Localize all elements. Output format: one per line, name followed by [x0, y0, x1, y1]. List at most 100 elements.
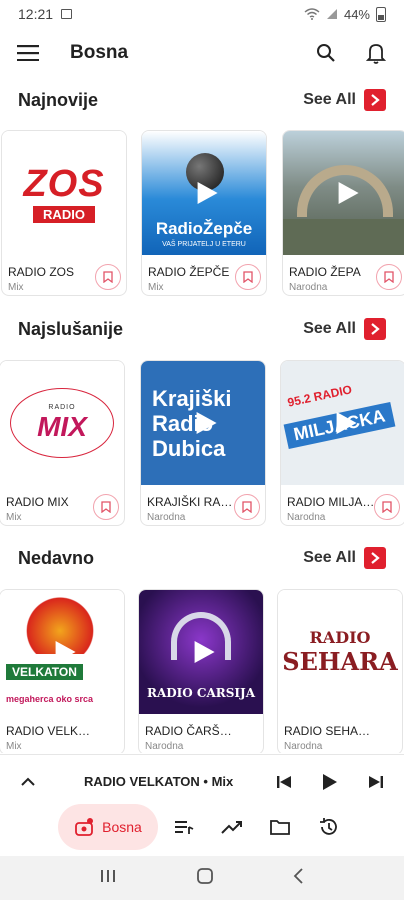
station-card[interactable]: VELKATON megaherca oko srca RADIO VELKAT…: [0, 589, 125, 753]
logo-subtext: megaherca oko srca: [6, 694, 94, 704]
section-header-najnovije: Najnovije See All: [0, 85, 404, 115]
menu-icon[interactable]: [16, 41, 40, 65]
play-icon[interactable]: [52, 639, 78, 665]
station-genre: Narodna: [289, 282, 328, 293]
logo-subtext: 95.2 RADIO: [286, 382, 354, 410]
skip-next-icon[interactable]: [364, 770, 388, 794]
station-name: RADIO ZOS: [8, 265, 75, 279]
section-title: Najslušanije: [18, 318, 124, 339]
logo-subtext: RADIO: [33, 205, 95, 223]
play-icon[interactable]: [335, 180, 361, 206]
bookmark-icon[interactable]: [235, 264, 261, 290]
station-name: RADIO ŽEPA: [289, 265, 361, 279]
bookmark-icon[interactable]: [95, 264, 121, 290]
status-bar: 12:21 44%: [0, 0, 404, 28]
bookmark-icon[interactable]: [234, 494, 260, 520]
play-icon[interactable]: [333, 410, 359, 436]
station-genre: Mix: [6, 512, 22, 523]
station-name: RADIO MIX: [6, 495, 69, 509]
signal-icon: [326, 9, 337, 19]
station-genre: Narodna: [284, 741, 323, 752]
station-logo: 95.2 RADIO MILJACKA: [281, 361, 404, 485]
station-photo: [283, 131, 404, 255]
folder-icon[interactable]: [268, 815, 292, 839]
station-card[interactable]: 95.2 RADIO MILJACKA RADIO MILJACKA Narod…: [280, 360, 404, 526]
see-all-button[interactable]: See All: [303, 318, 386, 340]
station-logo: RADIO CARSIJA: [139, 590, 263, 714]
page-title: Bosna: [70, 42, 129, 63]
nav-item-bosna[interactable]: Bosna: [58, 804, 158, 850]
play-icon[interactable]: [193, 410, 219, 436]
status-time: 12:21: [18, 6, 54, 22]
history-icon[interactable]: [316, 815, 340, 839]
station-row-nedavno: VELKATON megaherca oko srca RADIO VELKAT…: [0, 589, 404, 753]
station-card[interactable]: RadioŽepče VAŠ PRIJATELJ U ETERU RADIO Ž…: [141, 130, 267, 296]
station-genre: Mix: [148, 282, 164, 293]
station-name: RADIO ČARŠIJA: [145, 724, 233, 738]
bookmark-icon[interactable]: [374, 494, 400, 520]
see-all-button[interactable]: See All: [303, 89, 386, 111]
bookmark-icon[interactable]: [376, 264, 402, 290]
play-icon[interactable]: [194, 180, 220, 206]
see-all-button[interactable]: See All: [303, 547, 386, 569]
bottom-nav: Bosna: [0, 800, 404, 854]
station-card[interactable]: ZOS RADIO RADIO ZOS Mix: [1, 130, 127, 296]
gallery-icon: [61, 9, 73, 19]
station-card[interactable]: RADIO SEHARA RADIO SEHARA Narodna: [277, 589, 403, 753]
play-icon[interactable]: [191, 639, 217, 665]
section-title: Nedavno: [18, 547, 95, 568]
station-card[interactable]: Krajiški Radio Dubica KRAJIŠKI RADIO DUB…: [140, 360, 266, 526]
logo-text: RadioŽepče: [155, 219, 253, 238]
station-card[interactable]: RADIO MIX RADIO MIX Mix: [0, 360, 125, 526]
recent-apps-icon[interactable]: [99, 868, 117, 889]
radio-icon: [75, 818, 94, 836]
home-icon[interactable]: [196, 867, 214, 890]
station-logo: RADIO SEHARA: [278, 590, 402, 714]
station-card[interactable]: RADIO CARSIJA RADIO ČARŠIJA Narodna: [138, 589, 264, 753]
station-logo: ZOS RADIO: [2, 131, 126, 255]
logo-subtext: RADIO: [309, 628, 371, 647]
station-genre: Narodna: [145, 741, 184, 752]
see-all-label: See All: [303, 320, 356, 337]
battery-icon: [376, 6, 386, 22]
now-playing-title: RADIO VELKATON • Mix: [84, 774, 234, 789]
chevron-right-icon: [364, 547, 386, 569]
station-name: KRAJIŠKI RADIO DUBICA: [147, 495, 235, 509]
station-card[interactable]: RADIO ŽEPA Narodna: [282, 130, 404, 296]
station-logo: Krajiški Radio Dubica: [141, 361, 265, 485]
playlist-icon[interactable]: [172, 815, 196, 839]
search-icon[interactable]: [314, 41, 338, 65]
logo-text: MIX: [37, 410, 87, 442]
chevron-right-icon: [364, 89, 386, 111]
station-logo: VELKATON megaherca oko srca: [0, 590, 124, 714]
station-row-najnovije: ZOS RADIO RADIO ZOS Mix RadioŽepče VAŠ P…: [0, 130, 404, 300]
logo-text: SEHARA: [282, 647, 398, 676]
logo-text: ZOS: [23, 162, 105, 205]
section-header-nedavno: Nedavno See All: [0, 543, 404, 573]
chevron-up-icon[interactable]: [16, 770, 40, 794]
station-genre: Narodna: [147, 512, 186, 523]
nav-item-label: Bosna: [102, 819, 142, 835]
skip-previous-icon[interactable]: [272, 770, 296, 794]
logo-subtext: RADIO: [48, 403, 76, 411]
station-name: RADIO VELKATON: [6, 724, 94, 738]
wifi-icon: [304, 8, 320, 20]
bell-icon[interactable]: [364, 41, 388, 65]
trending-icon[interactable]: [220, 815, 244, 839]
section-header-najslusanije: Najslušanije See All: [0, 314, 404, 344]
station-name: RADIO SEHARA: [284, 724, 372, 738]
station-genre: Mix: [8, 282, 24, 293]
station-logo: RadioŽepče VAŠ PRIJATELJ U ETERU: [142, 131, 266, 255]
station-genre: Narodna: [287, 512, 326, 523]
bookmark-icon[interactable]: [93, 494, 119, 520]
app-bar: Bosna: [0, 28, 404, 78]
logo-text: RADIO CARSIJA: [146, 686, 256, 700]
station-row-najslusanije: RADIO MIX RADIO MIX Mix Krajiški Radio D…: [0, 360, 404, 530]
station-name: RADIO ŽEPČE: [148, 265, 230, 279]
logo-text: VELKATON: [6, 664, 83, 680]
play-icon[interactable]: [318, 770, 342, 794]
station-genre: Mix: [6, 741, 22, 752]
station-logo: RADIO MIX: [0, 361, 124, 485]
logo-subtext: VAŠ PRIJATELJ U ETERU: [162, 241, 246, 248]
back-icon[interactable]: [293, 867, 305, 889]
